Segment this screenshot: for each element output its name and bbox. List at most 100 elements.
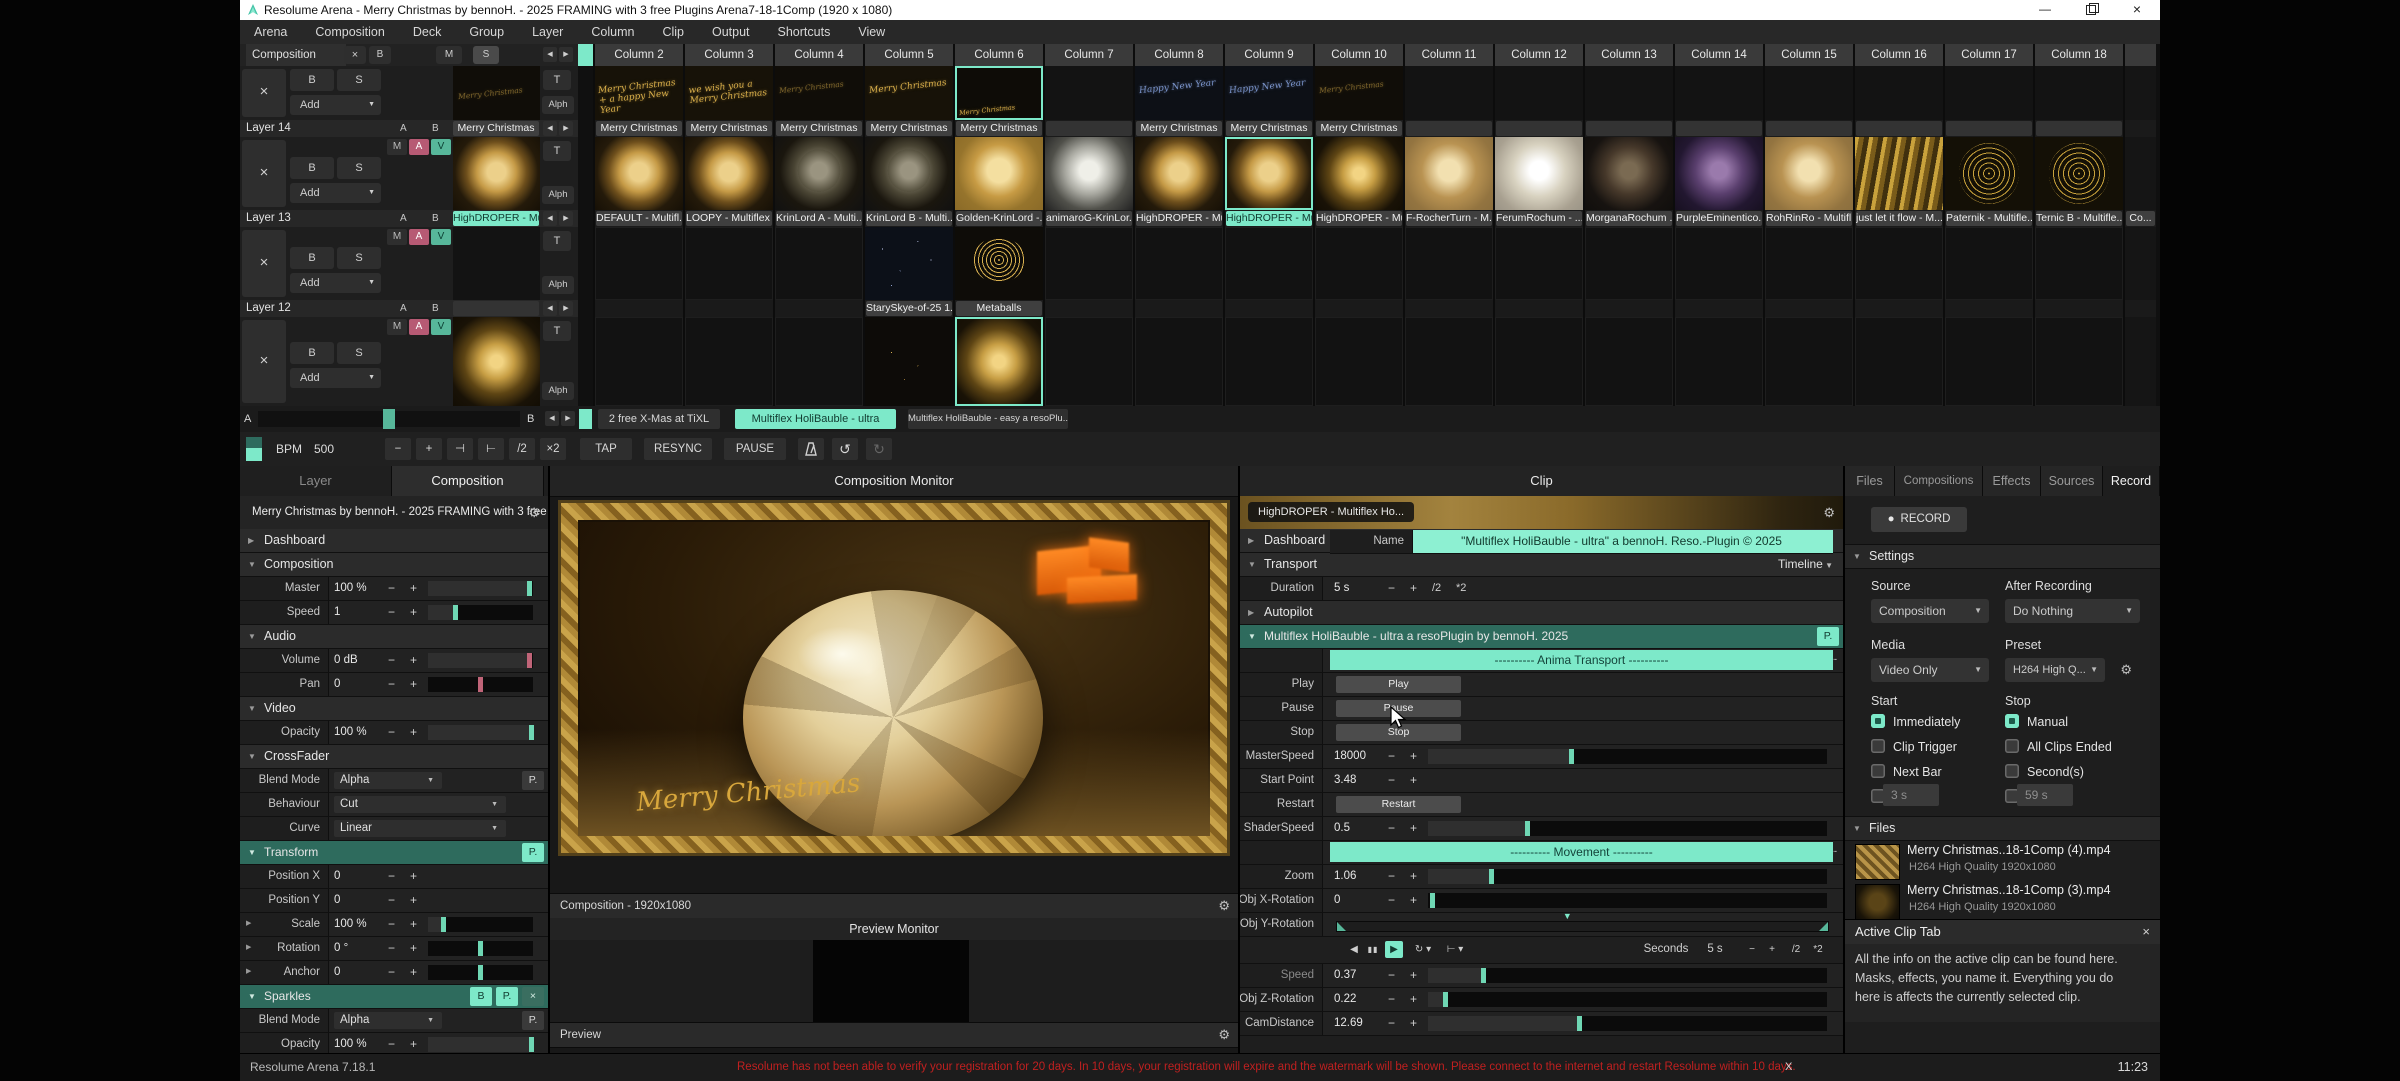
clip-label-cell[interactable] <box>1675 300 1765 317</box>
clip-cell[interactable] <box>1855 137 1945 210</box>
tab-layer[interactable]: Layer <box>240 466 392 496</box>
clip-thumb[interactable]: Merry Christmas <box>1315 66 1403 120</box>
clip-thumb[interactable] <box>685 137 773 210</box>
comp-slider[interactable] <box>428 653 533 668</box>
media-dropdown[interactable]: Video Only▼ <box>1871 658 1989 682</box>
layer-mute-button[interactable]: M <box>387 229 407 245</box>
comp-slider[interactable] <box>428 941 533 956</box>
resync-button[interactable]: RESYNC <box>644 438 712 460</box>
clip-thumb[interactable] <box>1945 137 2033 210</box>
clip-thumb[interactable]: Merry Christmas + a happy New Year <box>595 66 683 120</box>
clip-thumb[interactable] <box>1315 137 1403 210</box>
clip-cell[interactable] <box>1765 317 1855 406</box>
deck-tab-multiflex-holibauble[interactable]: Multiflex HoliBauble - easy a resoPlu... <box>908 409 1068 429</box>
checkbox-icon[interactable] <box>1871 764 1885 778</box>
clip-cell[interactable]: Happy New Year <box>1135 66 1225 120</box>
tab-effects[interactable]: Effects <box>1983 466 2041 496</box>
clip-label[interactable]: just let it flow - M... <box>1856 211 1942 226</box>
slider-handle[interactable] <box>1430 893 1435 908</box>
layer-solo-button[interactable]: S <box>337 69 381 91</box>
clip-cell[interactable] <box>1315 137 1405 210</box>
clip-thumb[interactable] <box>1045 137 1133 210</box>
column-header-column-17[interactable]: Column 17 <box>1945 44 2035 66</box>
clip-label-cell[interactable]: just let it flow - M... <box>1855 210 1945 227</box>
clip-thumb[interactable] <box>2035 66 2123 120</box>
clip-label[interactable]: Merry Christmas <box>596 121 682 136</box>
decrement-icon[interactable]: − <box>1388 889 1395 911</box>
menu-group[interactable]: Group <box>455 20 518 44</box>
clip-cell[interactable] <box>1225 137 1315 210</box>
checkbox-icon[interactable] <box>1871 739 1885 753</box>
clip-cell[interactable] <box>1855 66 1945 120</box>
checkbox-checked-icon[interactable] <box>1871 714 1885 728</box>
comp-composition-row[interactable]: ▼Composition <box>240 553 548 577</box>
next-clip-icon[interactable]: ▶ <box>559 301 573 316</box>
clip-transport-row[interactable]: ▼TransportTimeline ▼ <box>1240 553 1843 577</box>
clip-thumb[interactable]: Happy New Year <box>1225 66 1313 120</box>
tab-compositions[interactable]: Compositions <box>1895 466 1983 496</box>
clip-label-cell[interactable]: KrinLord B - Multi... <box>865 210 955 227</box>
clip-label-cell[interactable] <box>1495 300 1585 317</box>
clip-label-cell[interactable]: F-RocherTurn - M... <box>1405 210 1495 227</box>
clip-thumb[interactable] <box>2035 317 2123 406</box>
clip-p-button[interactable]: P. <box>1817 627 1839 646</box>
slider-handle[interactable] <box>478 965 483 980</box>
bpm-value[interactable]: 500 <box>314 432 334 466</box>
clip-cell[interactable] <box>1585 227 1675 300</box>
clip-timeline-bar[interactable]: ▼ <box>1336 921 1829 932</box>
clip-label[interactable]: Merry Christmas <box>866 121 952 136</box>
clip-cell[interactable] <box>865 317 955 406</box>
increment-icon[interactable]: + <box>410 721 417 743</box>
clip-cell[interactable] <box>1495 66 1585 120</box>
slider-handle[interactable] <box>478 941 483 956</box>
increment-icon[interactable]: + <box>1410 769 1417 791</box>
decrement-icon[interactable]: − <box>388 649 395 671</box>
clip-thumb[interactable] <box>1855 66 1943 120</box>
clip-label-cell[interactable]: Merry Christmas <box>775 120 865 137</box>
clip-thumb[interactable] <box>595 227 683 300</box>
clip-label[interactable] <box>1586 121 1672 136</box>
layer-active-clip-thumb[interactable] <box>453 137 540 210</box>
clip-cell[interactable] <box>1765 227 1855 300</box>
clip-value[interactable]: 0.37 <box>1334 964 1356 986</box>
column-header-column-18[interactable]: Column 18 <box>2035 44 2125 66</box>
clip-label[interactable]: animaroG-KrinLor... <box>1046 211 1132 226</box>
decrement-icon[interactable]: − <box>388 673 395 695</box>
decrement-icon[interactable]: − <box>1388 745 1395 767</box>
deck-tab-2-free-x-mas-at-tixl[interactable]: 2 free X-Mas at TiXL <box>598 409 720 429</box>
files-section-header[interactable]: ▼ Files <box>1845 816 2160 841</box>
clip-label-cell[interactable]: FerumRochum - ... <box>1495 210 1585 227</box>
layer-active-clip-name[interactable]: Merry Christmas <box>453 121 539 136</box>
prev-deck-icon[interactable]: ◀ <box>545 411 559 426</box>
clip-label[interactable]: Golden-KrinLord -... <box>956 211 1042 226</box>
minimize-button[interactable]: — <box>2030 0 2060 20</box>
clip-cell[interactable] <box>685 317 775 406</box>
after-recording-dropdown[interactable]: Do Nothing▼ <box>2005 599 2140 623</box>
clip-label[interactable]: RohRinRo - Multifl... <box>1766 211 1852 226</box>
clip-label-cell[interactable] <box>1765 300 1855 317</box>
prev-clip-icon[interactable]: ◀ <box>543 301 557 316</box>
clip-cell[interactable] <box>1495 317 1585 406</box>
stop-seconds-field[interactable]: 59 s <box>2017 784 2073 806</box>
clip-label[interactable] <box>1946 121 2032 136</box>
layer-solo-button[interactable]: S <box>337 157 381 179</box>
column-header-column-6[interactable]: Column 6 <box>955 44 1045 66</box>
clip-thumb[interactable] <box>595 317 683 406</box>
clip-cell[interactable] <box>1135 317 1225 406</box>
clip-play-row[interactable]: PlayPlay <box>1240 673 1843 697</box>
clip-thumb[interactable] <box>1495 317 1583 406</box>
close-icon[interactable]: × <box>2142 920 2150 944</box>
tab-record[interactable]: Record <box>2103 466 2160 496</box>
comp-slider[interactable] <box>428 1037 533 1052</box>
clip-name-field[interactable]: "Multiflex HoliBauble - ultra" a bennoH.… <box>1420 531 1823 551</box>
clip-thumb[interactable]: Merry Christmas <box>955 66 1043 120</box>
clip-thumb[interactable] <box>1765 137 1853 210</box>
clip-thumb[interactable] <box>685 227 773 300</box>
clip-thumb[interactable] <box>1945 317 2033 406</box>
layer-audio-button[interactable]: A <box>409 319 429 335</box>
clip-cell[interactable]: Merry Christmas <box>955 66 1045 120</box>
clip-thumb[interactable] <box>1405 66 1493 120</box>
layer-clear-button[interactable]: × <box>242 230 286 297</box>
decrement-icon[interactable]: − <box>1388 577 1395 599</box>
menu-output[interactable]: Output <box>698 20 764 44</box>
